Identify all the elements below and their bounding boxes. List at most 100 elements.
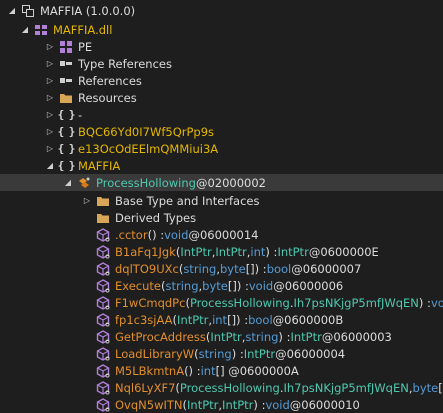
tree-node-method[interactable]: F1wCmqdPc(ProcessHollowing. Ih7psNKjgP5mf… — [0, 294, 443, 311]
class-token: @02000002 — [195, 175, 266, 190]
method-icon — [96, 295, 110, 310]
namespace-label: MAFFIA — [78, 158, 121, 173]
expand-arrow-icon[interactable]: ▷ — [45, 40, 55, 54]
method-name: dqlTO9UXc — [115, 261, 179, 276]
references-icon — [59, 74, 73, 88]
method-signature-part: IntPtr — [215, 244, 247, 259]
tree-node-method[interactable]: B1aFq1Jgk(IntPtr, IntPtr, int) : IntPtr … — [0, 243, 443, 260]
collapse-arrow-icon[interactable]: ◢ — [20, 23, 30, 37]
method-signature-part: @06000014 — [188, 227, 259, 242]
expand-arrow-icon[interactable]: ▷ — [45, 57, 55, 71]
method-signature-part: IntPtr — [177, 312, 209, 327]
namespace-icon: { } — [57, 159, 76, 172]
expand-arrow-icon[interactable]: ▷ — [45, 74, 55, 88]
method-signature-part: byte — [219, 261, 246, 276]
method-icon — [96, 380, 110, 395]
method-icon — [96, 346, 110, 361]
method-signature-part: bool — [248, 312, 273, 327]
method-signature-part: []) : — [227, 278, 249, 293]
expand-arrow-icon[interactable]: ▷ — [45, 108, 55, 122]
collapse-arrow-icon[interactable]: ◢ — [7, 4, 17, 18]
method-signature-part: void — [248, 278, 274, 293]
method-signature-part: ProcessHollowing — [179, 380, 280, 395]
tree-node-method[interactable]: M5LBkmtnA() : int[] @0600000A — [0, 362, 443, 379]
tree-node-references[interactable]: ▷ References — [0, 72, 443, 89]
method-name: B1aFq1Jgk — [115, 244, 176, 259]
tree-node-assembly[interactable]: ◢ MAFFIA (1.0.0.0) — [0, 2, 443, 19]
method-signature-part: string — [183, 261, 217, 276]
method-signature-part: byte — [202, 278, 228, 293]
method-signature-part: IntPtr — [222, 397, 254, 412]
expand-arrow-icon[interactable]: ▷ — [45, 91, 55, 105]
method-signature-part: () : — [184, 363, 201, 378]
method-icon — [96, 312, 110, 327]
method-signature-part: IntPtr — [277, 244, 309, 259]
collapse-arrow-icon[interactable]: ◢ — [63, 176, 73, 190]
folder-icon — [59, 91, 73, 105]
namespace-icon: { } — [57, 142, 76, 155]
method-signature-part: []) : — [227, 312, 249, 327]
class-icon — [77, 176, 91, 190]
method-signature-part: ) : — [418, 295, 431, 310]
expand-arrow-icon[interactable]: ▷ — [45, 125, 55, 139]
tree-node-method[interactable]: fp1c3sjAA(IntPtr, int[]) : bool @0600000… — [0, 311, 443, 328]
namespace-label: - — [78, 107, 83, 122]
tree-node-method[interactable]: GetProcAddress(IntPtr, string) : IntPtr … — [0, 328, 443, 345]
expand-arrow-icon[interactable]: ▷ — [45, 142, 55, 156]
tree-node-base-types[interactable]: ▷ Base Type and Interfaces — [0, 192, 443, 209]
tree-node-namespace[interactable]: ▷ { } - — [0, 106, 443, 123]
method-signature-part: bool — [266, 261, 292, 276]
pe-label: PE — [78, 39, 93, 54]
method-signature-part: int — [250, 244, 266, 259]
method-signature-part: byte — [412, 380, 439, 395]
method-signature-part: string — [245, 329, 279, 344]
collapse-arrow-icon[interactable]: ◢ — [45, 159, 55, 173]
tree-node-module[interactable]: ◢ MAFFIA.dll — [0, 21, 443, 38]
method-icon — [96, 329, 110, 344]
expand-arrow-icon[interactable]: ▷ — [82, 194, 92, 208]
method-signature-part: ) : — [265, 244, 278, 259]
type-references-icon — [59, 57, 73, 71]
method-signature-part: @06000006 — [273, 278, 344, 293]
method-signature-part: int — [200, 363, 216, 378]
tree-node-method[interactable]: Nql6LyXF7(ProcessHollowing. Ih7psNKjgP5mf… — [0, 379, 443, 396]
method-name: LoadLibraryW — [115, 346, 195, 361]
type-references-label: Type References — [78, 56, 172, 71]
tree-node-namespace-maffia[interactable]: ◢ { } MAFFIA — [0, 157, 443, 174]
method-name: M5LBkmtnA — [115, 363, 185, 378]
tree-node-namespace[interactable]: ▷ { } BQC66Yd0I7Wf5QrPp9s — [0, 123, 443, 140]
tree-node-class-processhollowing[interactable]: ◢ ProcessHollowing @02000002 — [0, 174, 443, 191]
tree-node-resources[interactable]: ▷ Resources — [0, 89, 443, 106]
method-signature-part: @06000007 — [291, 261, 362, 276]
tree-node-method[interactable]: dqlTO9UXc(string, byte[]) : bool @060000… — [0, 260, 443, 277]
assembly-label: MAFFIA (1.0.0.0) — [40, 3, 136, 18]
tree-node-method[interactable]: LoadLibraryW(string) : IntPtr @06000004 — [0, 345, 443, 362]
references-label: References — [78, 73, 142, 88]
namespace-label: BQC66Yd0I7Wf5QrPp9s — [78, 124, 215, 139]
method-signature-part: () : — [147, 227, 165, 242]
method-signature-part: @06000004 — [275, 346, 346, 361]
method-name: .cctor — [115, 227, 148, 242]
method-signature-part: ) : — [231, 346, 244, 361]
method-icon — [96, 227, 110, 242]
tree-node-pe[interactable]: ▷ PE — [0, 38, 443, 55]
method-signature-part: [] @0600000A — [215, 363, 299, 378]
module-icon — [34, 23, 48, 37]
method-signature-part: []) : — [245, 261, 267, 276]
base-types-label: Base Type and Interfaces — [115, 193, 260, 208]
tree-node-method[interactable]: .cctor() : void @06000014 — [0, 226, 443, 243]
assembly-explorer-tree: ◢ MAFFIA (1.0.0.0) ◢ MAFFIA.dll ▷ PE ▷ T… — [0, 0, 443, 412]
method-signature-part: IntPtr — [180, 244, 212, 259]
method-signature-part: void — [164, 227, 189, 242]
method-signature-part: @0600000B — [272, 312, 344, 327]
tree-node-method[interactable]: OvqN5wITN(IntPtr, IntPtr) : void @060000… — [0, 396, 443, 413]
tree-node-derived-types[interactable]: Derived Types — [0, 209, 443, 226]
resources-label: Resources — [78, 90, 137, 105]
derived-types-label: Derived Types — [115, 210, 197, 225]
class-name: ProcessHollowing — [96, 175, 196, 190]
tree-node-namespace[interactable]: ▷ { } e13OcOdEElmQMMiui3A — [0, 140, 443, 157]
tree-node-method[interactable]: Execute(string, byte[]) : void @06000006 — [0, 277, 443, 294]
method-signature-part: @0600000E — [308, 244, 379, 259]
tree-node-type-references[interactable]: ▷ Type References — [0, 55, 443, 72]
method-icon — [96, 244, 110, 259]
